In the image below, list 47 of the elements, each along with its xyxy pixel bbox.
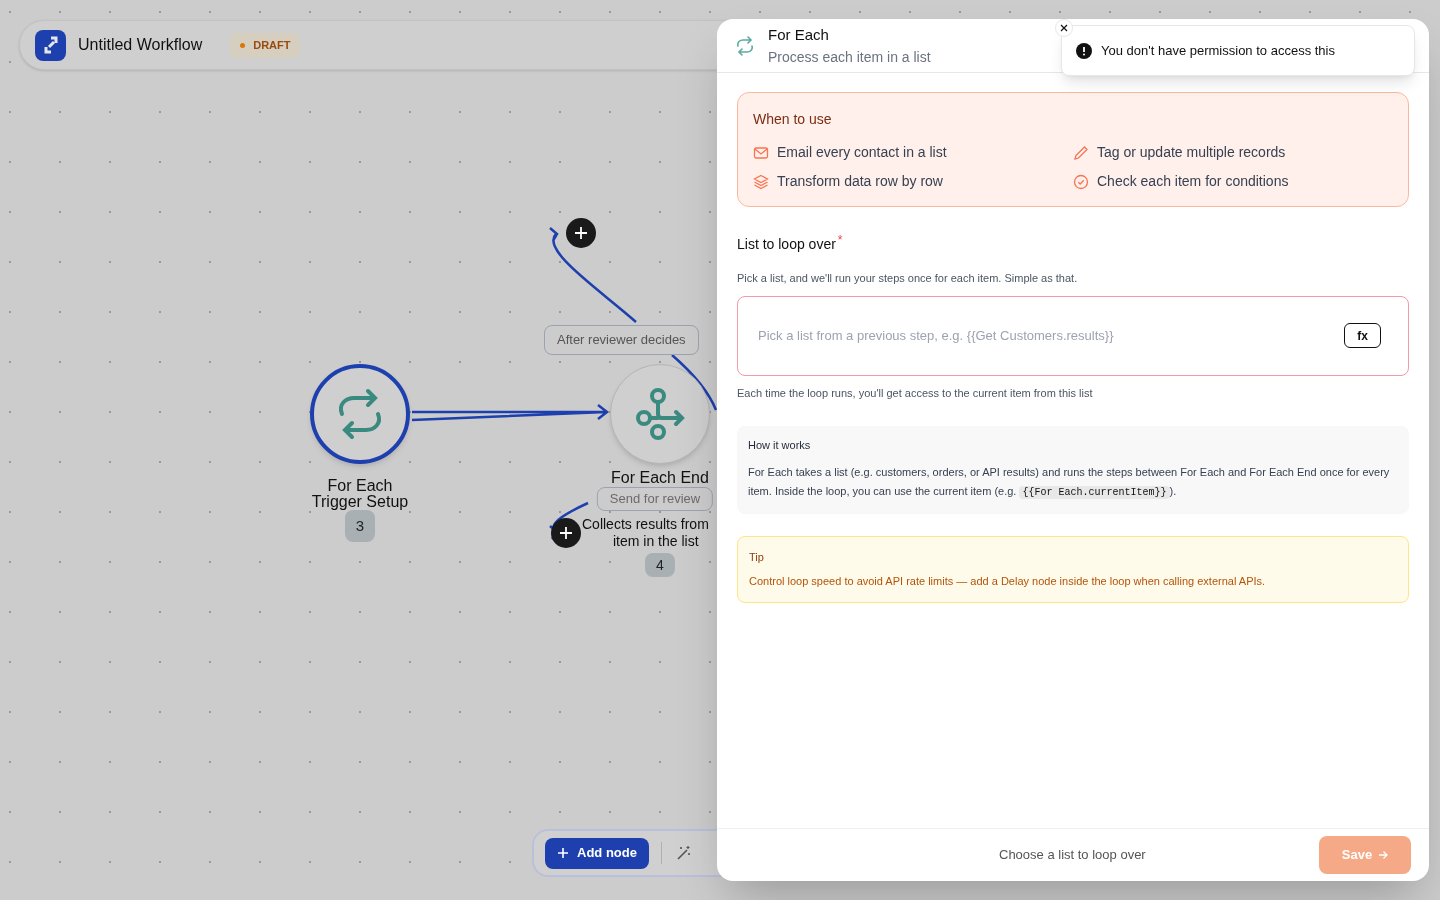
status-badge: DRAFT bbox=[230, 32, 301, 58]
pencil-icon bbox=[1073, 144, 1089, 161]
toast-message: You don't have permission to access this bbox=[1101, 41, 1335, 60]
close-icon bbox=[1060, 24, 1068, 32]
card-text: Control loop speed to avoid API rate limits — add a Delay node inside the loop when calling external APIs. bbox=[749, 574, 1267, 589]
plus-icon bbox=[557, 847, 569, 859]
card-heading: Tip bbox=[749, 549, 765, 565]
edge-label: After reviewer decides bbox=[544, 325, 699, 355]
formula-button[interactable]: fx bbox=[1344, 323, 1381, 348]
panel-title: For Each bbox=[768, 24, 830, 45]
node-label: For Each bbox=[327, 476, 393, 495]
connector bbox=[671, 354, 718, 411]
logo-icon bbox=[35, 29, 66, 61]
use-case-text: Tag or update multiple records bbox=[1097, 143, 1286, 162]
card-text: For Each takes a list (e.g. customers, orders, or API results) and runs the steps between For Each and For Each End once for every item. Inside the loop, you can use the current item (e.g. {{For Each.currentItem}} ). bbox=[748, 464, 1391, 501]
use-case-text: Email every contact in a list bbox=[777, 143, 947, 162]
add-node-button[interactable]: Add node bbox=[545, 837, 649, 869]
step-badge: 4 bbox=[645, 553, 675, 577]
mail-icon bbox=[753, 144, 769, 161]
card-heading: When to use bbox=[753, 110, 833, 129]
use-case-text: Transform data row by row bbox=[777, 172, 943, 191]
plus-icon bbox=[574, 226, 588, 240]
alert-icon bbox=[1076, 42, 1092, 59]
node-description: item in the list bbox=[613, 532, 699, 551]
field-label: List to loop over bbox=[737, 235, 836, 254]
step-badge: 3 bbox=[345, 510, 375, 542]
plus-icon bbox=[559, 526, 573, 540]
check-circle-icon bbox=[1073, 173, 1089, 190]
add-step-button[interactable] bbox=[551, 518, 581, 548]
use-case-text: Check each item for conditions bbox=[1097, 172, 1289, 191]
node-label: Trigger Setup bbox=[311, 492, 409, 512]
panel-subtitle: Process each item in a list bbox=[768, 47, 931, 67]
card-heading: How it works bbox=[748, 438, 812, 453]
required-mark: * bbox=[837, 234, 843, 246]
arrow-right-icon bbox=[1378, 850, 1389, 860]
node-description: Collects results from bbox=[582, 515, 709, 534]
magic-wand-icon bbox=[675, 845, 692, 861]
layers-icon bbox=[753, 173, 769, 190]
add-step-button[interactable] bbox=[566, 218, 596, 248]
node-label: For Each End bbox=[611, 468, 709, 488]
workflow-title: Untitled Workflow bbox=[78, 35, 203, 55]
loop-icon bbox=[735, 35, 755, 56]
footer-hint: Choose a list to loop over bbox=[999, 846, 1146, 865]
edge-label: Send for review bbox=[596, 487, 714, 511]
list-input-field[interactable]: Pick a list from a previous step, e.g. {{Get Customers.results}} fx bbox=[737, 295, 1409, 376]
field-note: Each time the loop runs, you'll get access to the current item from this list bbox=[737, 385, 1094, 401]
field-help: Pick a list, and we'll run your steps once for each item. Simple as that. bbox=[737, 271, 1079, 286]
